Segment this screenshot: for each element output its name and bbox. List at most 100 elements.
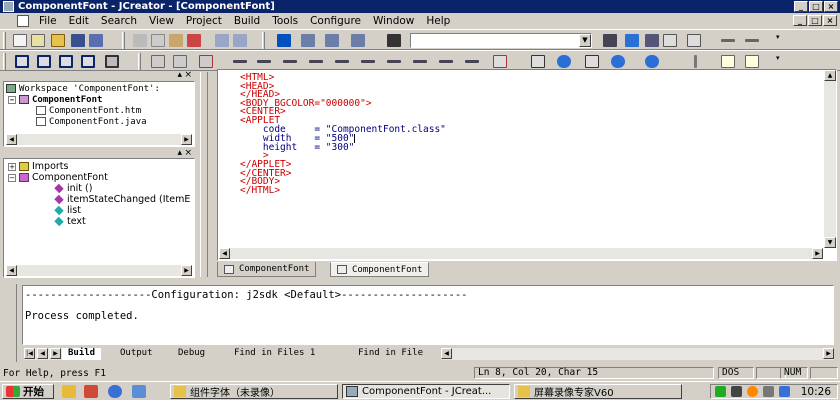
expand-icon[interactable]: + <box>8 162 16 171</box>
window-tile-icon[interactable] <box>36 54 52 69</box>
scroll-right-icon[interactable]: ▶ <box>181 134 192 145</box>
edit-tool-8-icon[interactable] <box>438 54 454 69</box>
task-screen-recorder[interactable]: 屏幕录像专家V60 <box>514 384 682 399</box>
bookmark-icon[interactable] <box>276 33 292 48</box>
run-dropdown-icon[interactable] <box>644 54 660 69</box>
file-item-htm[interactable]: ComponentFont.htm <box>36 105 141 116</box>
scroll-left-icon[interactable]: ◀ <box>6 265 17 276</box>
tab-debug[interactable]: Debug <box>172 348 211 360</box>
menu-window[interactable]: Window <box>367 15 420 27</box>
menu-help[interactable]: Help <box>420 15 456 27</box>
output-window-icon[interactable] <box>662 33 678 48</box>
help-icon[interactable] <box>720 54 736 69</box>
panel-collapse-icon[interactable]: ▴ <box>177 70 182 80</box>
doc-tab-java[interactable]: ComponentFont <box>330 262 430 277</box>
clock[interactable]: 10:26 <box>801 386 831 398</box>
toggle-bookmark-icon[interactable] <box>232 54 248 69</box>
ie-icon[interactable] <box>108 385 122 398</box>
imports-node[interactable]: + Imports <box>8 161 68 172</box>
compile-file-icon[interactable] <box>492 54 508 69</box>
open-folder-icon[interactable] <box>50 33 66 48</box>
app-icon[interactable] <box>3 1 14 12</box>
scroll-left-icon[interactable]: ◀ <box>441 348 452 359</box>
maximize-button[interactable]: □ <box>809 1 823 12</box>
doc-tab-htm[interactable]: ComponentFont <box>217 262 317 277</box>
tray-icon-1[interactable] <box>715 386 726 397</box>
menu-build[interactable]: Build <box>228 15 266 27</box>
member-item[interactable]: itemStateChanged (ItemE <box>54 194 190 205</box>
chevron-down-icon[interactable]: ▼ <box>579 34 591 47</box>
save-all-icon[interactable] <box>88 33 104 48</box>
quicklaunch-icon-1[interactable] <box>62 385 76 398</box>
edit-tool-1-icon[interactable] <box>256 54 272 69</box>
back-arrow-icon[interactable] <box>720 33 736 48</box>
window-cascade-icon[interactable] <box>14 54 30 69</box>
clear-bookmarks-icon[interactable] <box>350 33 366 48</box>
find-icon[interactable] <box>386 33 402 48</box>
workspace-icon[interactable] <box>686 33 702 48</box>
menu-configure[interactable]: Configure <box>304 15 367 27</box>
file-item-java[interactable]: ComponentFont.java <box>36 116 147 127</box>
tray-icon-5[interactable] <box>779 386 790 397</box>
project-node[interactable]: − ComponentFont <box>8 94 102 105</box>
tab-find-in-files-1[interactable]: Find in Files 1 <box>228 348 321 360</box>
collapse-icon[interactable]: − <box>8 95 16 104</box>
toolbar2-overflow-icon[interactable]: ▾ <box>776 54 792 69</box>
doc-minimize-button[interactable]: _ <box>793 15 807 26</box>
edit-tool-4-icon[interactable] <box>334 54 350 69</box>
scroll-right-icon[interactable]: ▶ <box>812 248 823 259</box>
save-icon[interactable] <box>70 33 86 48</box>
edit-tool-7-icon[interactable] <box>412 54 428 69</box>
menu-file[interactable]: File <box>33 15 63 27</box>
find-in-files-icon[interactable] <box>602 33 618 48</box>
document-icon[interactable] <box>17 15 29 27</box>
debug-icon[interactable] <box>610 54 626 69</box>
edit-tool-6-icon[interactable] <box>386 54 402 69</box>
search-options-icon[interactable] <box>644 33 660 48</box>
new-workspace-icon[interactable] <box>30 33 46 48</box>
menu-edit[interactable]: Edit <box>63 15 95 27</box>
context-help-icon[interactable] <box>744 54 760 69</box>
close-button[interactable]: × <box>824 1 838 12</box>
tab-build[interactable]: Build <box>62 348 102 360</box>
redo-icon[interactable] <box>232 33 248 48</box>
undo-icon[interactable] <box>214 33 230 48</box>
menu-view[interactable]: View <box>143 15 180 27</box>
tab-scroll[interactable]: |◀ ◀ ▶ <box>24 348 64 360</box>
menu-search[interactable]: Search <box>95 15 143 27</box>
fullscreen-icon[interactable] <box>104 54 120 69</box>
tab-find-in-files-2[interactable]: Find in File <box>352 348 429 360</box>
tab-output[interactable]: Output <box>114 348 159 360</box>
member-item[interactable]: text <box>54 216 86 227</box>
minimize-button[interactable]: _ <box>794 1 808 12</box>
forward-arrow-icon[interactable] <box>744 33 760 48</box>
toolbar-overflow-icon[interactable]: ▾ <box>776 33 792 48</box>
output-pane[interactable]: --------------------Configuration: j2sdk… <box>22 285 834 345</box>
window-split-icon[interactable] <box>80 54 96 69</box>
output-grip[interactable] <box>3 284 17 362</box>
panel-close-icon[interactable]: × <box>184 148 192 158</box>
code-text[interactable]: <HTML> <HEAD> </HEAD> <BODY BGCOLOR="000… <box>240 73 446 195</box>
start-button[interactable]: 开始 <box>2 384 54 399</box>
build-icon[interactable] <box>556 54 572 69</box>
copy-icon[interactable] <box>150 33 166 48</box>
code-editor[interactable]: <HTML> <HEAD> </HEAD> <BODY BGCOLOR="000… <box>217 69 837 261</box>
tray-icon-3[interactable] <box>747 386 758 397</box>
menu-tools[interactable]: Tools <box>266 15 304 27</box>
workspace-root[interactable]: Workspace 'ComponentFont': <box>6 83 160 94</box>
tab-first-icon[interactable]: |◀ <box>24 348 35 359</box>
prev-bookmark-icon[interactable] <box>324 33 340 48</box>
window-list-icon[interactable] <box>58 54 74 69</box>
scroll-up-icon[interactable]: ▲ <box>824 70 836 81</box>
output-hscroll[interactable]: ◀ ▶ <box>441 348 834 360</box>
member-item[interactable]: init () <box>54 183 92 194</box>
jdk-tools-icon[interactable] <box>688 54 704 69</box>
scroll-right-icon[interactable]: ▶ <box>181 265 192 276</box>
tab-next-icon[interactable]: ▶ <box>50 348 61 359</box>
find-combobox[interactable]: ▼ <box>410 33 592 48</box>
show-desktop-icon[interactable] <box>132 385 146 398</box>
delete-icon[interactable] <box>186 33 202 48</box>
edit-tool-3-icon[interactable] <box>308 54 324 69</box>
classview-hscroll[interactable]: ◀ ▶ <box>6 265 192 276</box>
scroll-left-icon[interactable]: ◀ <box>6 134 17 145</box>
